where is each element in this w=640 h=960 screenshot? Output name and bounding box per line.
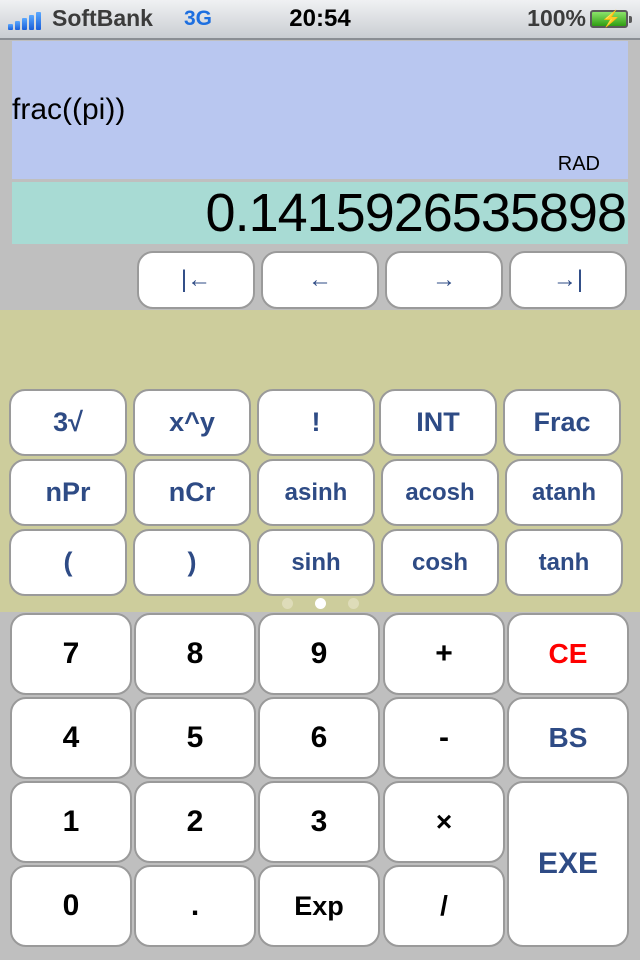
- plus-key[interactable]: +: [383, 613, 505, 695]
- key-8[interactable]: 8: [134, 613, 256, 695]
- clear-entry-key[interactable]: CE: [507, 613, 629, 695]
- frac-key[interactable]: Frac: [503, 389, 621, 456]
- power-key[interactable]: x^y: [133, 389, 251, 456]
- acosh-key[interactable]: acosh: [381, 459, 499, 526]
- key-6[interactable]: 6: [258, 697, 380, 779]
- cursor-left-button[interactable]: ←: [261, 251, 379, 309]
- int-key[interactable]: INT: [379, 389, 497, 456]
- result-display: 0.1415926535898: [12, 182, 628, 244]
- key-2[interactable]: 2: [134, 781, 256, 863]
- page-dot-current[interactable]: [314, 598, 326, 609]
- cosh-key[interactable]: cosh: [381, 529, 499, 596]
- charging-bolt-icon: ⚡: [601, 11, 621, 28]
- page-dot[interactable]: [281, 598, 293, 609]
- close-paren-key[interactable]: ): [133, 529, 251, 596]
- minus-key[interactable]: -: [383, 697, 505, 779]
- key-4[interactable]: 4: [10, 697, 132, 779]
- angle-mode-indicator: RAD: [557, 153, 600, 175]
- cursor-end-button[interactable]: →|: [509, 251, 627, 309]
- status-bar: SoftBank 3G 20:54 100% ⚡: [0, 0, 640, 40]
- exponent-key[interactable]: Exp: [258, 865, 380, 947]
- decimal-point-key[interactable]: .: [134, 865, 256, 947]
- cube-root-key[interactable]: 3√: [9, 389, 127, 456]
- expression-display[interactable]: frac((pi)) RAD: [12, 41, 628, 179]
- key-7[interactable]: 7: [10, 613, 132, 695]
- page-indicator[interactable]: [0, 598, 640, 609]
- factorial-key[interactable]: !: [257, 389, 375, 456]
- battery-percent: 100%: [527, 5, 586, 31]
- key-1[interactable]: 1: [10, 781, 132, 863]
- expression-text: frac((pi)): [12, 93, 126, 126]
- asinh-key[interactable]: asinh: [257, 459, 375, 526]
- execute-key[interactable]: EXE: [507, 781, 629, 947]
- key-5[interactable]: 5: [134, 697, 256, 779]
- backspace-key[interactable]: BS: [507, 697, 629, 779]
- ncr-key[interactable]: nCr: [133, 459, 251, 526]
- tanh-key[interactable]: tanh: [505, 529, 623, 596]
- divide-key[interactable]: /: [383, 865, 505, 947]
- key-3[interactable]: 3: [258, 781, 380, 863]
- key-0[interactable]: 0: [10, 865, 132, 947]
- cursor-home-button[interactable]: |←: [137, 251, 255, 309]
- page-dot[interactable]: [347, 598, 359, 609]
- cursor-right-button[interactable]: →: [385, 251, 503, 309]
- multiply-key[interactable]: ×: [383, 781, 505, 863]
- npr-key[interactable]: nPr: [9, 459, 127, 526]
- atanh-key[interactable]: atanh: [505, 459, 623, 526]
- open-paren-key[interactable]: (: [9, 529, 127, 596]
- result-value: 0.1415926535898: [205, 183, 627, 243]
- battery-icon: ⚡: [590, 10, 632, 28]
- key-9[interactable]: 9: [258, 613, 380, 695]
- sinh-key[interactable]: sinh: [257, 529, 375, 596]
